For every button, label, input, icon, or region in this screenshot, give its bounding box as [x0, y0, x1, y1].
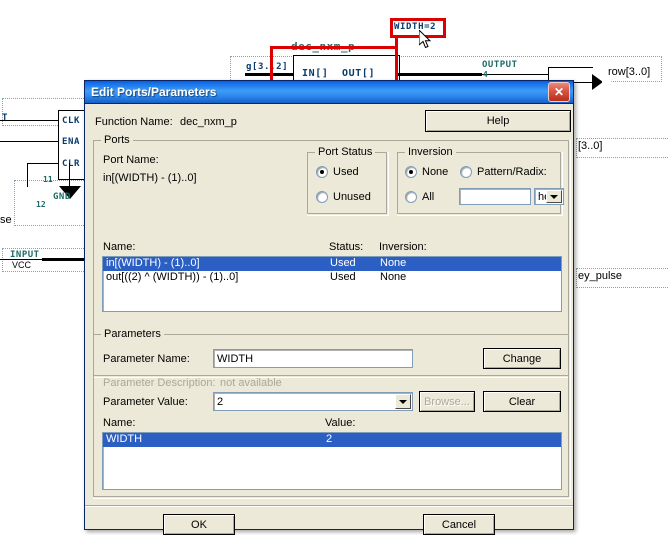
schematic-partial-text-left: se: [0, 214, 12, 226]
function-name-value: dec_nxm_p: [180, 116, 237, 128]
dialog-separator-highlight: [85, 506, 573, 507]
pin-label-ena: ENA: [62, 137, 81, 147]
parameter-row-name: WIDTH: [106, 433, 143, 445]
inversion-pattern-input[interactable]: [459, 188, 531, 205]
edit-ports-parameters-dialog[interactable]: Edit Ports/Parameters ✕ Function Name: d…: [84, 80, 574, 535]
ports-col-inversion-header: Inversion:: [379, 241, 427, 253]
wire-ena: [0, 141, 58, 142]
chevron-down-icon[interactable]: [395, 394, 411, 409]
close-icon[interactable]: ✕: [548, 82, 570, 102]
gnd-label: GND: [53, 192, 71, 202]
parameters-group-title: Parameters: [101, 328, 164, 340]
parameters-col-name-header: Name:: [103, 417, 136, 429]
chevron-down-icon[interactable]: [546, 190, 562, 203]
wire-clr: [27, 163, 58, 164]
wire-clk: [0, 120, 58, 121]
ports-row-inversion: None: [380, 271, 407, 283]
dec-nxm-p-in-port-label: IN[]: [302, 68, 329, 79]
inversion-group-title: Inversion: [405, 146, 456, 158]
browse-button[interactable]: Browse...: [419, 391, 475, 412]
parameter-value-label: Parameter Value:: [103, 396, 188, 408]
parameter-description-value: not available: [220, 377, 282, 389]
dec-nxm-p-out-port-label: OUT[]: [342, 68, 376, 79]
schematic-label-partial-topleft: T: [2, 113, 9, 123]
ports-row-name: out[((2) ^ (WIDTH)) - (1)..0]: [106, 271, 239, 283]
ports-list-row-1[interactable]: out[((2) ^ (WIDTH)) - (1)..0] Used None: [103, 271, 561, 285]
parameter-name-input[interactable]: WIDTH: [213, 349, 413, 368]
ports-group-title: Ports: [101, 134, 133, 146]
dialog-body: Function Name: dec_nxm_p Help Ports Port…: [85, 104, 573, 535]
wire-input-line: [0, 259, 42, 260]
parameter-description-label: Parameter Description:: [103, 377, 216, 389]
radio-label-none: None: [422, 166, 449, 178]
output-pin-arrow-icon: [592, 74, 612, 90]
radio-inversion-pattern-radix[interactable]: [460, 166, 472, 178]
ports-row-status: Used: [330, 257, 356, 269]
port-name-label: Port Name:: [103, 154, 159, 166]
radio-label-used: Used: [333, 166, 359, 178]
port-status-group: Port Status: [307, 146, 389, 216]
schematic-partial-text-right-top: [3..0]: [578, 140, 603, 152]
schematic-node-number-11: 11: [43, 175, 53, 184]
mouse-cursor-icon: [419, 30, 432, 49]
parameter-value-text: 2: [217, 395, 224, 408]
radio-inversion-all[interactable]: [405, 191, 417, 203]
parameter-name-label: Parameter Name:: [103, 353, 190, 365]
input-pin-name-label: VCC: [12, 260, 32, 270]
pin-label-clr: CLR: [62, 159, 81, 169]
dialog-titlebar[interactable]: Edit Ports/Parameters ✕: [85, 81, 573, 104]
output-pin-type-label: OUTPUT: [482, 60, 518, 70]
selection-frame-top-edge: [270, 46, 398, 49]
change-button[interactable]: Change: [483, 348, 561, 369]
ports-col-status-header: Status:: [329, 241, 364, 253]
output-pin-name-label: row[3..0]: [608, 66, 651, 78]
ports-row-inversion: None: [380, 257, 407, 269]
wire-gnd-stem: [69, 163, 70, 186]
function-name-label: Function Name:: [95, 116, 173, 128]
bus-to-output: [398, 73, 482, 76]
radio-label-all: All: [422, 191, 435, 203]
clear-button[interactable]: Clear: [483, 391, 561, 412]
ports-col-name-header: Name:: [103, 241, 136, 253]
wire-output: [482, 74, 548, 75]
dialog-title: Edit Ports/Parameters: [91, 85, 217, 99]
port-status-group-title: Port Status: [315, 146, 376, 158]
ports-listbox[interactable]: in[(WIDTH) - (1)..0] Used None out[((2) …: [102, 256, 562, 312]
radio-port-status-used[interactable]: [316, 166, 328, 178]
parameters-listbox[interactable]: WIDTH 2: [102, 432, 562, 490]
inversion-radix-select[interactable]: hex: [534, 188, 564, 205]
schematic-partial-text-right-mid: ey_pulse: [578, 270, 623, 282]
radio-port-status-unused[interactable]: [316, 191, 328, 203]
radio-label-pattern-radix: Pattern/Radix:: [477, 166, 547, 178]
parameter-value-select[interactable]: 2: [213, 392, 413, 411]
output-pin-number: 4: [483, 70, 488, 79]
gnd-number: 12: [36, 200, 46, 209]
port-name-value: in[(WIDTH) - (1)..0]: [103, 172, 197, 184]
bus-input-vcc: [42, 258, 86, 261]
ports-row-name: in[(WIDTH) - (1)..0]: [106, 257, 200, 269]
pin-label-clk: CLK: [62, 116, 81, 126]
parameter-row-value: 2: [326, 433, 333, 445]
bus-label-left: g[3..2]: [246, 62, 289, 72]
wire-clr-vert: [27, 163, 28, 187]
inversion-group: Inversion: [397, 146, 563, 216]
help-button[interactable]: Help: [425, 110, 571, 132]
radio-inversion-none[interactable]: [405, 166, 417, 178]
ports-list-row-0[interactable]: in[(WIDTH) - (1)..0] Used None: [103, 257, 561, 271]
ports-row-status: Used: [330, 271, 356, 283]
parameters-list-row-0[interactable]: WIDTH 2: [103, 433, 561, 447]
radio-label-unused: Unused: [333, 191, 371, 203]
parameters-col-value-header: Value:: [325, 417, 356, 429]
